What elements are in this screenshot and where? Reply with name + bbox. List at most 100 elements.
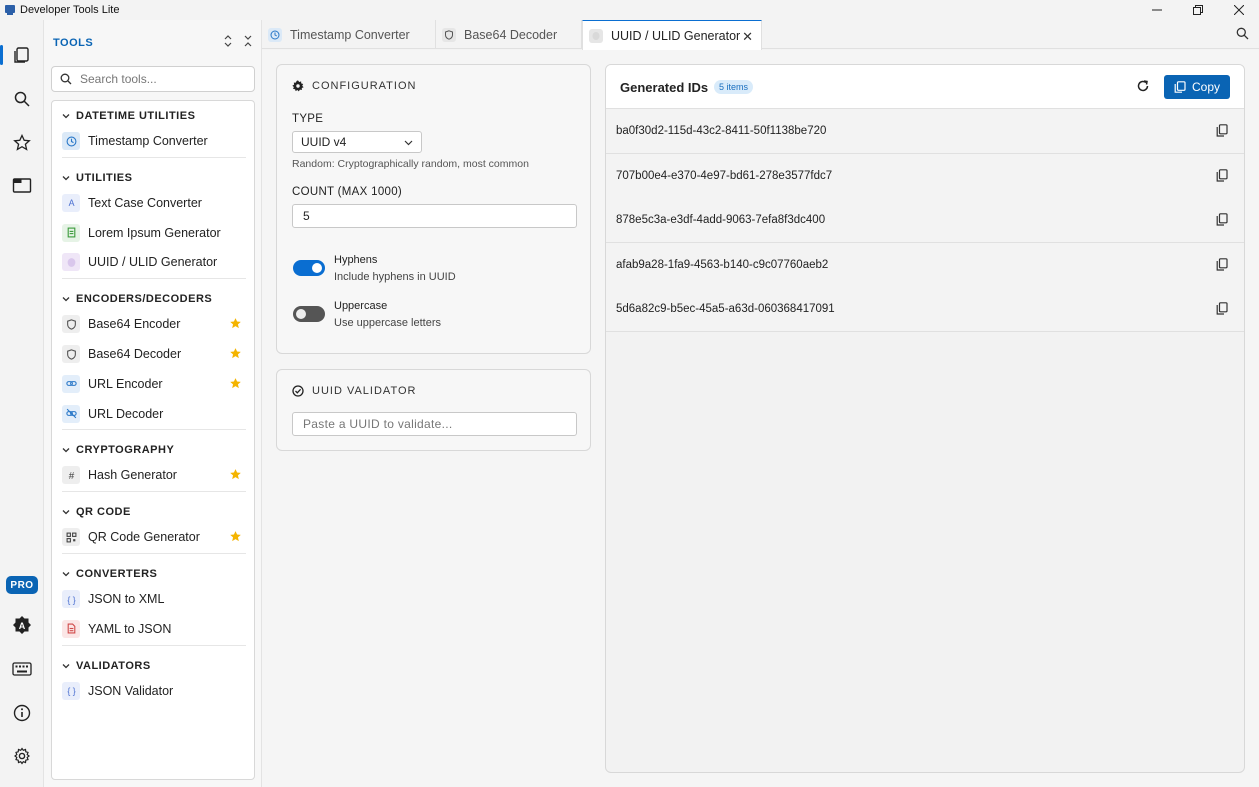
tool-item-uuid-ulid-generator[interactable]: UUID / ULID Generator [52,250,254,274]
settings-nav-button[interactable] [0,736,44,776]
copy-icon[interactable] [1216,213,1228,226]
tool-name: URL Decoder [88,406,164,421]
gear-icon [292,80,304,92]
close-window-button[interactable] [1218,0,1259,20]
restore-button[interactable] [1177,0,1218,20]
count-input[interactable] [292,204,577,228]
tool-item-timestamp-converter[interactable]: Timestamp Converter [52,129,254,153]
clock-icon [62,132,80,150]
tool-item-hash-generator[interactable]: # Hash Generator [52,463,254,487]
tab-timestamp-converter[interactable]: Timestamp Converter [262,20,436,49]
braces-icon: { } [62,590,80,608]
category-datetime-utilities[interactable]: DATETIME UTILITIES [52,106,254,126]
tool-item-url-decoder[interactable]: URL Decoder [52,402,254,426]
id-row[interactable]: 5d6a82c9-b5ec-45a5-a63d-060368417091 [606,287,1244,333]
category-encoders-decoders[interactable]: ENCODERS/DECODERS [52,289,254,309]
copy-icon[interactable] [1216,168,1228,182]
tool-name: Text Case Converter [88,195,202,210]
copy-icon[interactable] [1216,257,1228,271]
star-icon[interactable] [229,468,242,481]
tool-item-base64-decoder[interactable]: Base64 Decoder [52,342,254,366]
shield-icon [442,27,456,42]
tool-name: Base64 Encoder [88,317,181,332]
pro-badge[interactable]: PRO [6,576,38,594]
tool-item-lorem-ipsum-generator[interactable]: Lorem Ipsum Generator [52,221,254,245]
star-icon[interactable] [229,377,242,390]
category-divider [62,491,246,493]
tools-icon [14,47,29,63]
copy-all-button[interactable]: Copy [1164,75,1230,99]
id-row[interactable]: 878e5c3a-e3df-4add-9063-7efa8f3dc400 [606,198,1244,244]
tools-nav-button[interactable] [0,35,44,75]
regenerate-button[interactable] [1136,79,1150,96]
expand-all-icon[interactable] [223,35,233,47]
star-icon[interactable] [229,347,242,360]
fingerprint-icon [589,28,603,43]
star-icon[interactable] [229,530,242,543]
check-badge-icon [292,385,304,397]
close-icon [1233,5,1244,15]
collapse-all-icon[interactable] [243,35,253,47]
uppercase-toggle[interactable] [293,306,325,322]
category-converters[interactable]: CONVERTERS [52,564,254,584]
copy-icon[interactable] [1216,124,1228,137]
tool-name: JSON to XML [88,592,165,606]
tool-item-base64-encoder[interactable]: Base64 Encoder [52,312,254,336]
tabs-nav-button[interactable] [0,166,44,206]
minimize-button[interactable] [1136,0,1177,20]
star-icon [13,134,31,151]
category-qr-code[interactable]: QR CODE [52,502,254,522]
category-divider [62,278,246,280]
window-title: Developer Tools Lite [20,4,120,16]
tool-name: Lorem Ipsum Generator [88,225,221,240]
type-select[interactable]: UUID v4 [292,131,422,153]
tool-item-url-encoder[interactable]: URL Encoder [52,372,254,396]
category-divider [62,156,246,158]
tool-search-input[interactable] [80,72,240,86]
window-icon [12,178,32,193]
type-hint: Random: Cryptographically random, most c… [292,158,529,170]
tool-item-text-case-converter[interactable]: A Text Case Converter [52,191,254,215]
tab-label: Base64 Decoder [464,27,558,42]
close-tab-icon[interactable]: ✕ [742,29,753,45]
uuid-validate-input[interactable] [292,412,577,436]
tool-item-yaml-to-json[interactable]: YAML to JSON [52,617,254,641]
generated-id: 707b00e4-e370-4e97-bd61-278e3577fdc7 [616,169,833,182]
category-name: UTILITIES [76,171,133,184]
results-title: Generated IDs [620,80,709,95]
tool-item-qr-code-generator[interactable]: QR Code Generator [52,525,254,549]
tab-base64-decoder[interactable]: Base64 Decoder [436,20,582,49]
category-utilities[interactable]: UTILITIES [52,168,254,188]
star-icon[interactable] [229,317,242,330]
tab-search-button[interactable] [1236,27,1249,43]
category-cryptography[interactable]: CRYPTOGRAPHY [52,440,254,460]
validator-header: UUID VALIDATOR [292,385,416,397]
category-name: VALIDATORS [76,659,151,672]
svg-text:{ }: { } [67,594,75,604]
tool-item-json-to-xml[interactable]: { } JSON to XML [52,587,254,611]
search-icon [60,73,72,85]
keyboard-nav-button[interactable] [0,649,44,689]
text-case-icon: A [62,193,80,212]
toggle-knob [296,309,306,319]
tool-item-json-validator[interactable]: { } JSON Validator [52,679,254,703]
hyphens-toggle[interactable] [293,260,325,276]
about-nav-button[interactable] [0,693,44,733]
search-nav-button[interactable] [0,79,44,119]
id-row[interactable]: afab9a28-1fa9-4563-b140-c9c07760aeb2 [606,242,1244,288]
favorites-nav-button[interactable] [0,123,44,163]
restore-icon [1192,5,1203,15]
id-row[interactable]: ba0f30d2-115d-43c2-8411-50f1138be720 [606,109,1244,154]
category-validators[interactable]: VALIDATORS [52,656,254,676]
copy-icon[interactable] [1216,302,1228,315]
braces-icon: { } [62,681,80,700]
sidebar-header: TOOLS [53,35,253,51]
category-divider [62,644,246,646]
generated-ids-panel: Generated IDs 5 items Copy ba0f30d2-115d… [605,64,1245,773]
uuid-validator-card: UUID VALIDATOR [276,369,591,451]
theme-nav-button[interactable]: A [0,605,44,645]
count-label: COUNT (MAX 1000) [292,186,403,198]
tool-search-box[interactable] [51,66,255,92]
tab-uuid-ulid-generator[interactable]: UUID / ULID Generator ✕ [582,20,762,50]
id-row[interactable]: 707b00e4-e370-4e97-bd61-278e3577fdc7 [606,153,1244,199]
